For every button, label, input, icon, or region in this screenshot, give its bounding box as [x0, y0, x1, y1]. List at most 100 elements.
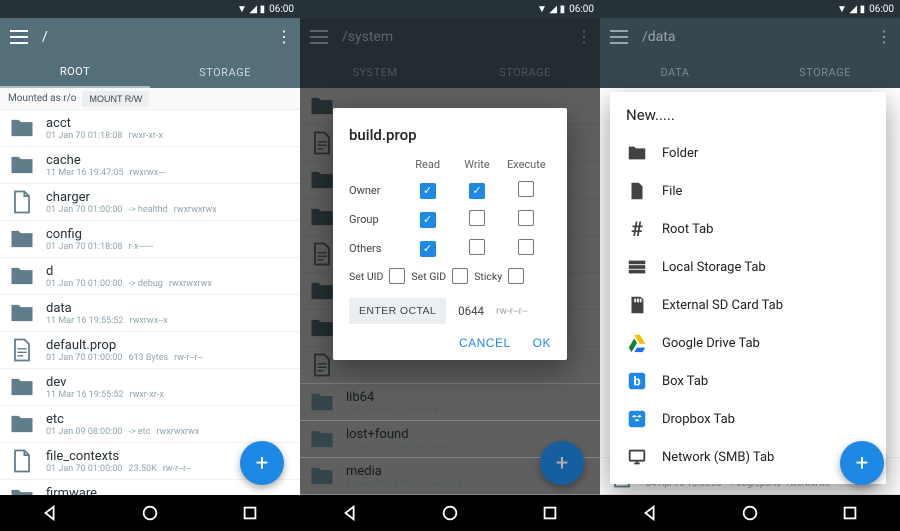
file-name: d: [46, 264, 292, 279]
folder-icon: [8, 114, 36, 142]
file-name: firmware: [46, 486, 292, 496]
chk-setuid[interactable]: [389, 268, 405, 284]
overflow-icon: ⋮: [876, 34, 890, 40]
nav-back-icon[interactable]: [641, 504, 659, 522]
col-read: Read: [403, 158, 452, 171]
network-smb-tab-icon: [626, 446, 648, 468]
nav-bar: [0, 495, 300, 531]
chk-others-read[interactable]: [420, 241, 436, 257]
nav-back-icon[interactable]: [341, 504, 359, 522]
screen-permissions: ▼ ◢ ▮ 06:00 /system ⋮ SYSTEM STORAGE 1.8…: [300, 0, 600, 531]
chk-group-write[interactable]: [469, 210, 485, 226]
tab-storage[interactable]: STORAGE: [150, 56, 300, 88]
dropbox-tab-icon: [626, 408, 648, 430]
file-meta: 01 Jan 70 01:00:00 -> healthd rwxrwxrwx: [46, 205, 292, 215]
chk-owner-execute[interactable]: [518, 181, 534, 197]
popup-item-label: Box Tab: [662, 374, 708, 389]
screen-root: ▼ ◢ ▮ 06:00 / ⋮ ROOT STORAGE Mounted as …: [0, 0, 300, 531]
popup-item-file[interactable]: File: [610, 172, 886, 210]
menu-icon[interactable]: [10, 30, 28, 44]
popup-item-local-storage-tab[interactable]: Local Storage Tab: [610, 248, 886, 286]
status-bar: ▼ ◢ ▮ 06:00: [300, 0, 600, 18]
enter-octal-button[interactable]: ENTER OCTAL: [349, 298, 446, 324]
status-time: 06:00: [869, 4, 894, 15]
file-row[interactable]: etc01 Jan 09 08:00:00 -> etc rwxrwxrwx: [0, 406, 300, 443]
chk-group-read[interactable]: [420, 212, 436, 228]
col-write: Write: [452, 158, 501, 171]
setuid-label: Set UID: [349, 270, 383, 283]
status-icons: ▼ ◢ ▮: [237, 4, 265, 15]
perm-grid: Read Write Execute Owner Group Others: [349, 158, 551, 258]
file-row[interactable]: cache11 Mar 16 19:47:05 rwxrwx---: [0, 147, 300, 184]
popup-item-folder[interactable]: Folder: [610, 134, 886, 172]
doc-icon: [8, 336, 36, 364]
popup-item-google-drive-tab[interactable]: Google Drive Tab: [610, 324, 886, 362]
tab-root[interactable]: ROOT: [0, 56, 150, 88]
row-owner: Owner: [349, 184, 403, 197]
popup-item-dropbox-tab[interactable]: Dropbox Tab: [610, 400, 886, 438]
popup-item-label: Network (SMB) Tab: [662, 450, 774, 465]
file-meta: 01 Jan 70 01:18:08 rwxr-xr-x: [46, 131, 292, 141]
chk-group-execute[interactable]: [518, 210, 534, 226]
chk-others-write[interactable]: [469, 239, 485, 255]
col-execute: Execute: [502, 158, 551, 171]
nav-recent-icon[interactable]: [541, 504, 559, 522]
status-time: 06:00: [269, 4, 294, 15]
nav-recent-icon[interactable]: [241, 504, 259, 522]
file-name: acct: [46, 116, 292, 131]
status-time: 06:00: [569, 4, 594, 15]
file-row[interactable]: dev11 Mar 16 19:55:52 rwxr-xr-x: [0, 369, 300, 406]
file-row[interactable]: d01 Jan 70 01:00:00 -> debug rwxrwxrwx: [0, 258, 300, 295]
root-tab-icon: #: [626, 218, 648, 240]
nav-bar: [300, 495, 600, 531]
file-row[interactable]: data11 Mar 16 19:55:52 rwxrwx--x: [0, 295, 300, 332]
external-sd-tab-icon: [626, 294, 648, 316]
file-row[interactable]: charger01 Jan 70 01:00:00 -> healthd rwx…: [0, 184, 300, 221]
nav-recent-icon[interactable]: [841, 504, 859, 522]
popup-item-root-tab[interactable]: #Root Tab: [610, 210, 886, 248]
chk-owner-read[interactable]: [420, 183, 436, 199]
mount-row: Mounted as r/o MOUNT R/W: [0, 88, 300, 110]
chk-owner-write[interactable]: [469, 183, 485, 199]
status-icons: ▼ ◢ ▮: [537, 4, 565, 15]
chk-sticky[interactable]: [508, 268, 524, 284]
file-row[interactable]: default.prop01 Jan 70 01:00:00 613 Bytes…: [0, 332, 300, 369]
file-name: dev: [46, 375, 292, 390]
file-icon: [8, 447, 36, 475]
local-storage-tab-icon: [626, 256, 648, 278]
nav-home-icon[interactable]: [141, 504, 159, 522]
file-list[interactable]: acct01 Jan 70 01:18:08 rwxr-xr-xcache11 …: [0, 110, 300, 495]
folder-icon: [8, 225, 36, 253]
octal-row: ENTER OCTAL 0644 rw-r--r--: [349, 298, 551, 324]
box-tab-icon: b: [626, 370, 648, 392]
nav-home-icon[interactable]: [441, 504, 459, 522]
fab-add-button[interactable]: +: [840, 441, 884, 485]
cancel-button[interactable]: CANCEL: [459, 336, 511, 350]
folder-icon: [8, 410, 36, 438]
status-bar: ▼ ◢ ▮ 06:00: [600, 0, 900, 18]
file-meta: 01 Jan 70 01:00:00 613 Bytes rw-r--r--: [46, 353, 292, 363]
nav-back-icon[interactable]: [41, 504, 59, 522]
popup-item-external-sd-tab[interactable]: External SD Card Tab: [610, 286, 886, 324]
popup-item-box-tab[interactable]: b Box Tab: [610, 362, 886, 400]
folder-icon: [8, 299, 36, 327]
mount-button[interactable]: MOUNT R/W: [82, 91, 149, 107]
file-name: etc: [46, 412, 292, 427]
ok-button[interactable]: OK: [533, 336, 551, 350]
file-row[interactable]: acct01 Jan 70 01:18:08 rwxr-xr-x: [0, 110, 300, 147]
file-row[interactable]: config01 Jan 70 01:18:08 r-x------: [0, 221, 300, 258]
file-icon: [626, 180, 648, 202]
status-bar: ▼ ◢ ▮ 06:00: [0, 0, 300, 18]
fab-add-button[interactable]: +: [240, 441, 284, 485]
file-meta: 01 Jan 70 01:00:00 -> debug rwxrwxrwx: [46, 279, 292, 289]
octal-value: 0644: [458, 304, 484, 318]
file-meta: 11 Mar 16 19:55:52 rwxrwx--x: [46, 316, 292, 326]
nav-home-icon[interactable]: [741, 504, 759, 522]
overflow-icon[interactable]: ⋮: [276, 34, 290, 40]
chk-setgid[interactable]: [452, 268, 468, 284]
chk-others-execute[interactable]: [518, 239, 534, 255]
extra-perm-row: Set UID Set GID Sticky: [349, 268, 551, 284]
folder-icon: [8, 262, 36, 290]
permissions-dialog: build.prop Read Write Execute Owner Grou…: [333, 108, 567, 360]
menu-icon: [610, 30, 628, 44]
